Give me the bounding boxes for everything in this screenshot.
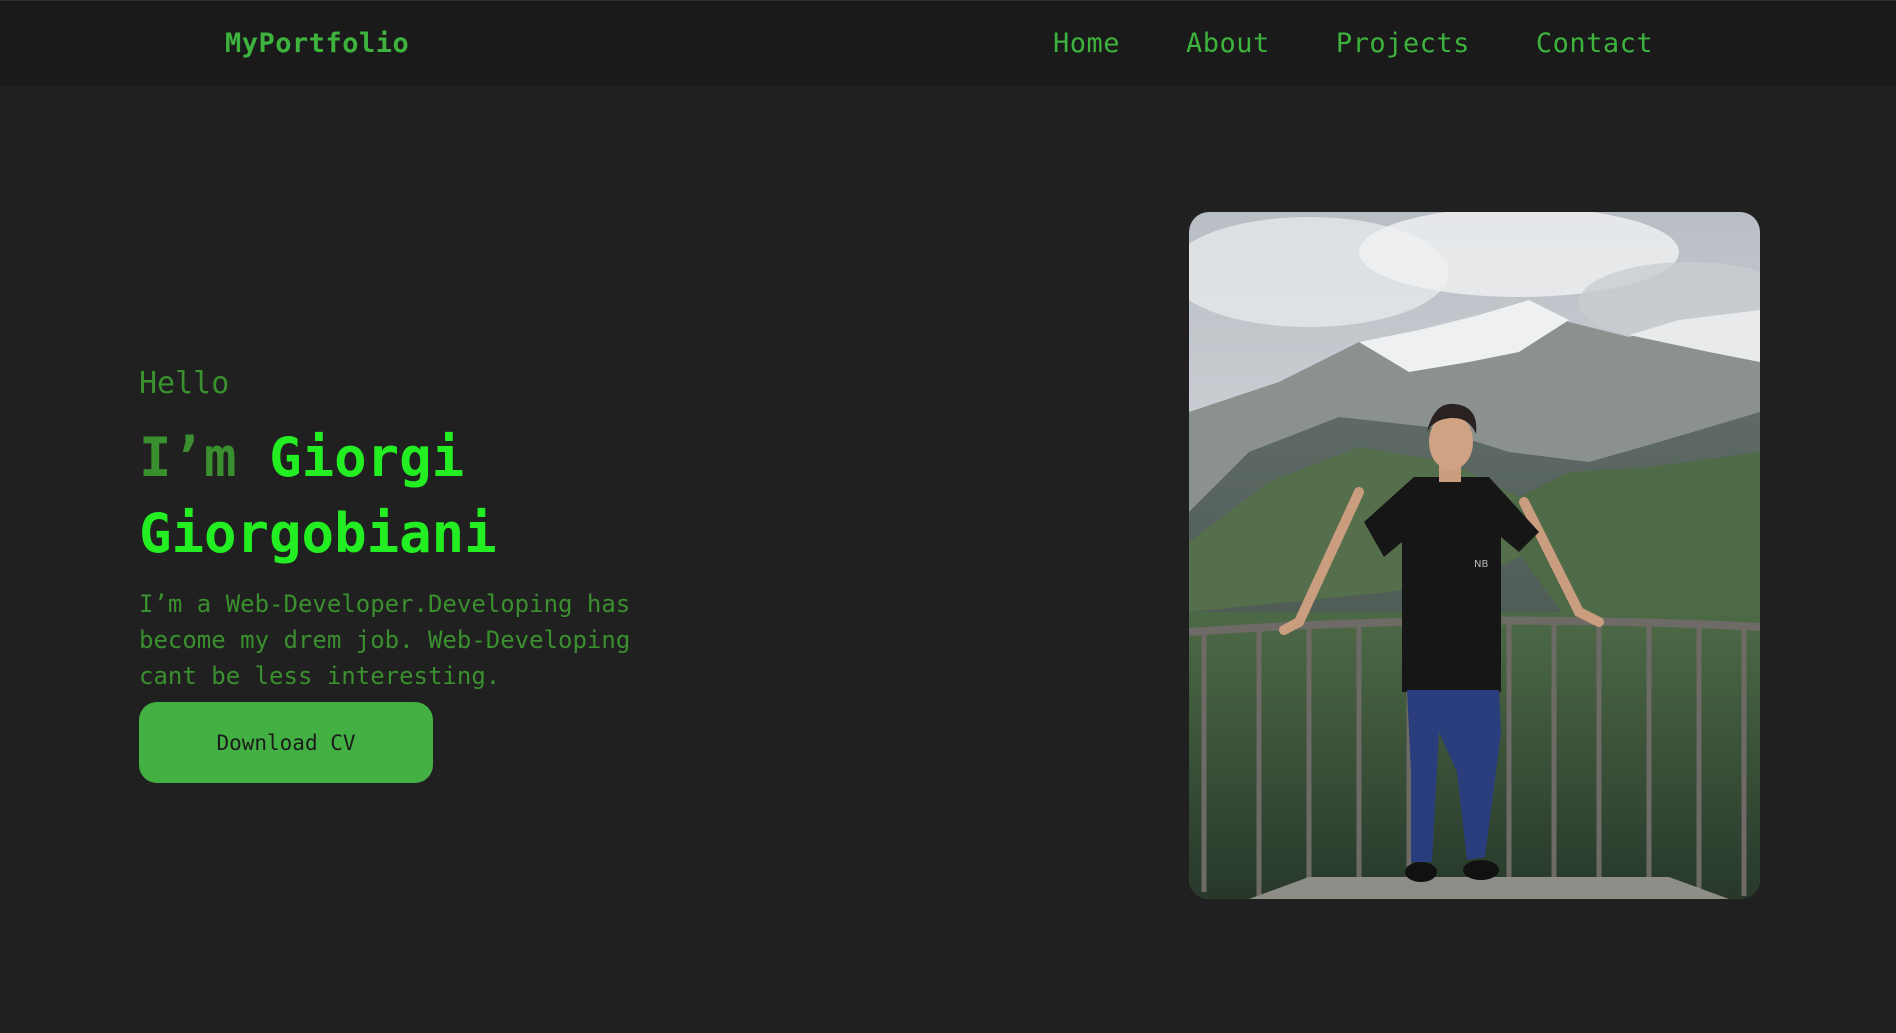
hero-last-name: Giorgobiani bbox=[139, 502, 497, 565]
hero-first-name: Giorgi bbox=[269, 426, 465, 489]
download-cv-button[interactable]: Download CV bbox=[139, 702, 433, 783]
nav-link-projects[interactable]: Projects bbox=[1336, 28, 1470, 59]
hero-title-prefix: I’m bbox=[139, 426, 237, 489]
brand-logo[interactable]: MyPortfolio bbox=[225, 28, 409, 59]
hero-greeting: Hello bbox=[139, 366, 230, 401]
nav-link-contact[interactable]: Contact bbox=[1536, 28, 1653, 59]
portfolio-page: MyPortfolio Home About Projects Contact … bbox=[0, 0, 1896, 1033]
hero-description: I’m a Web-Developer.Developing has becom… bbox=[139, 590, 631, 690]
hero-title: I’m Giorgi Giorgobiani bbox=[139, 420, 699, 572]
navbar: MyPortfolio Home About Projects Contact bbox=[0, 0, 1896, 86]
nav-link-about[interactable]: About bbox=[1186, 28, 1270, 59]
svg-text:NB: NB bbox=[1474, 559, 1488, 570]
profile-photo: NB bbox=[1189, 212, 1760, 899]
nav-link-home[interactable]: Home bbox=[1053, 28, 1120, 59]
nav-links: Home About Projects Contact bbox=[1053, 28, 1653, 59]
hero-text: Hello I’m Giorgi Giorgobiani I’m a Web-D… bbox=[139, 362, 699, 694]
